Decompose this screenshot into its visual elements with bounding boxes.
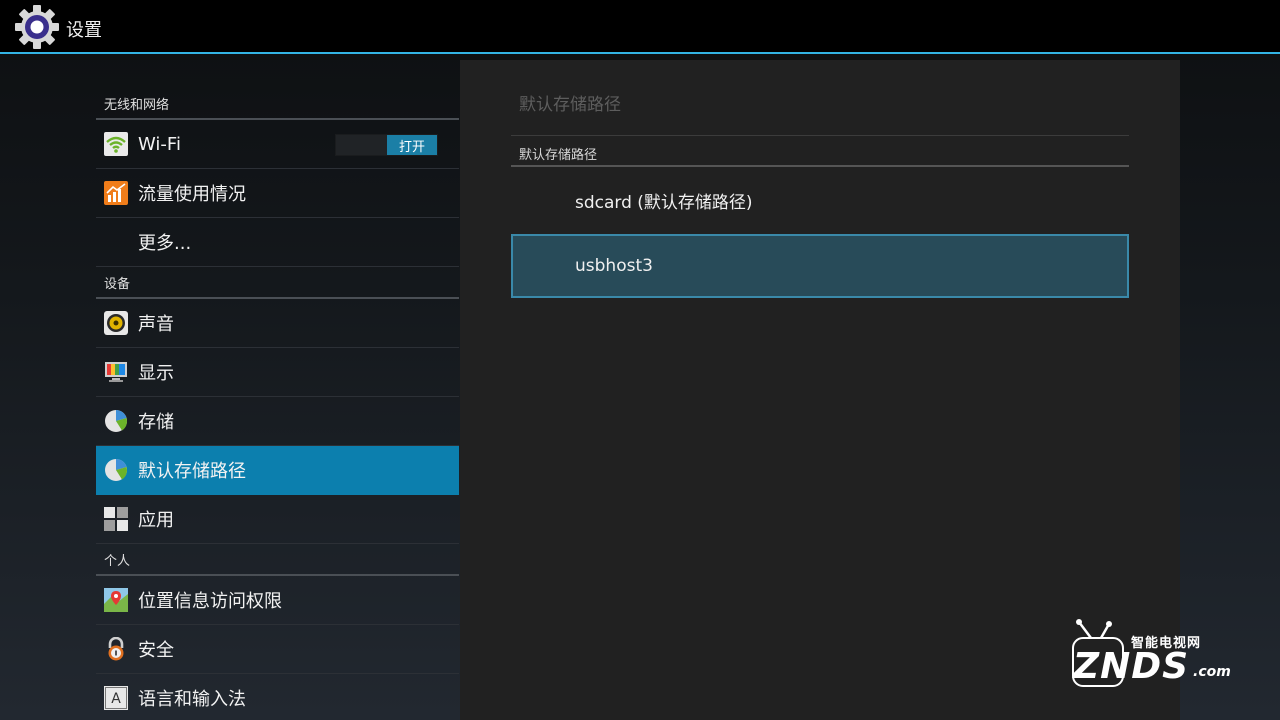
settings-item-label: 声音: [138, 314, 174, 335]
settings-item-label: 流量使用情况: [138, 184, 246, 205]
wifi-icon: [104, 132, 128, 156]
section-header-device: 设备: [96, 267, 459, 299]
settings-item-security[interactable]: 安全: [96, 625, 459, 674]
more-spacer: [104, 230, 128, 254]
settings-item-data-usage[interactable]: 流量使用情况: [96, 169, 459, 218]
znds-watermark-logo: 智能电视网 ZNDS .com: [1065, 618, 1240, 692]
watermark-big-text: ZNDS: [1073, 646, 1190, 687]
settings-item-location[interactable]: 位置信息访问权限: [96, 576, 459, 625]
settings-item-label: 应用: [138, 510, 174, 531]
svg-text:A: A: [111, 691, 121, 707]
settings-item-display[interactable]: 显示: [96, 348, 459, 397]
storage-path-icon: [105, 459, 128, 481]
settings-item-apps[interactable]: 应用: [96, 495, 459, 544]
settings-item-wifi[interactable]: Wi-Fi 打开: [96, 120, 459, 169]
apps-icon: [104, 507, 128, 531]
divider: [511, 165, 1129, 167]
watermark-suffix-text: .com: [1193, 664, 1231, 680]
settings-item-more[interactable]: 更多...: [96, 218, 459, 267]
speaker-icon: [104, 311, 128, 335]
settings-item-label: 安全: [138, 640, 174, 661]
action-bar: 设置: [0, 0, 1280, 54]
settings-item-language-input[interactable]: A 语言和输入法: [96, 674, 459, 720]
settings-item-label: 存储: [138, 412, 174, 433]
language-icon: A: [104, 686, 128, 710]
display-icon: [105, 362, 127, 382]
panel-category-header: 默认存储路径: [519, 148, 598, 163]
settings-list: 无线和网络 Wi-Fi 打开 流量使用情况 更多... 设备 声音 显示 存储 …: [96, 88, 459, 720]
settings-item-default-storage-path[interactable]: 默认存储路径: [96, 446, 459, 495]
settings-item-label: 默认存储路径: [138, 461, 246, 482]
settings-item-label: 显示: [138, 363, 174, 384]
storage-icon: [105, 410, 128, 432]
settings-item-label: 更多...: [138, 233, 192, 254]
panel-title: 默认存储路径: [519, 95, 621, 115]
app-title: 设置: [66, 20, 102, 41]
settings-item-label: Wi-Fi: [138, 133, 181, 155]
wifi-toggle-switch[interactable]: 打开: [335, 134, 438, 156]
data-usage-icon: [104, 181, 128, 205]
lock-icon: [108, 637, 124, 661]
settings-item-label: 位置信息访问权限: [138, 591, 282, 612]
storage-option-label: usbhost3: [575, 256, 653, 276]
storage-option-usbhost3[interactable]: usbhost3: [511, 234, 1129, 298]
section-header-personal: 个人: [96, 544, 459, 576]
settings-item-sound[interactable]: 声音: [96, 299, 459, 348]
settings-item-label: 语言和输入法: [138, 689, 246, 710]
settings-gear-icon[interactable]: [14, 4, 60, 50]
storage-option-label: sdcard (默认存储路径): [575, 192, 753, 213]
storage-option-sdcard[interactable]: sdcard (默认存储路径): [511, 168, 1129, 232]
wifi-toggle-on-label: 打开: [387, 135, 437, 155]
location-icon: [104, 588, 128, 612]
section-header-wireless: 无线和网络: [96, 88, 459, 120]
settings-item-storage[interactable]: 存储: [96, 397, 459, 446]
divider: [511, 135, 1129, 136]
